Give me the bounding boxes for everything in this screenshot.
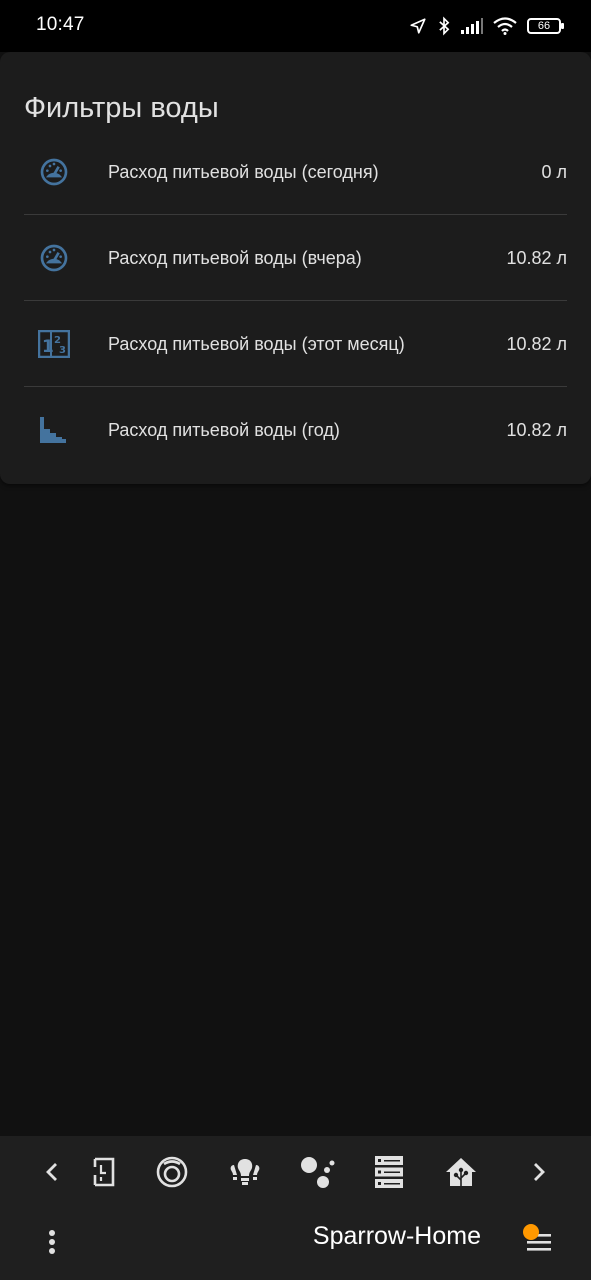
- location-arrow-icon: [409, 17, 427, 35]
- entity-value: 0 л: [541, 161, 567, 182]
- floor-plan-icon[interactable]: [86, 1154, 122, 1190]
- water-filters-card: Фильтры воды Расход питьевой воды (сегод…: [0, 52, 591, 484]
- gauge-icon: [24, 152, 84, 192]
- app-bar: Sparrow-Home: [0, 1208, 591, 1280]
- chart-steps-icon: [24, 410, 84, 450]
- google-assistant-icon[interactable]: [299, 1154, 335, 1190]
- entity-name: Расход питьевой воды (год): [108, 419, 340, 440]
- battery-icon: 66: [527, 18, 564, 34]
- status-time: 10:47: [36, 14, 85, 35]
- robot-vacuum-icon[interactable]: [154, 1154, 190, 1190]
- entity-row-today[interactable]: Расход питьевой воды (сегодня) 0 л: [24, 129, 567, 215]
- entity-value: 10.82 л: [506, 333, 567, 354]
- more-vert-icon[interactable]: [34, 1224, 70, 1260]
- gauge-icon: [24, 238, 84, 278]
- chevron-left-icon[interactable]: [34, 1154, 70, 1190]
- svg-text:3: 3: [59, 345, 66, 356]
- card-title: Фильтры воды: [24, 92, 219, 124]
- entity-row-month[interactable]: 1 2 3 Расход питьевой воды (этот месяц) …: [24, 301, 567, 387]
- entity-row-year[interactable]: Расход питьевой воды (год) 10.82 л: [24, 387, 567, 473]
- entity-row-yesterday[interactable]: Расход питьевой воды (вчера) 10.82 л: [24, 215, 567, 301]
- app-title: Sparrow-Home: [312, 1222, 481, 1250]
- signal-icon: [461, 18, 483, 34]
- bottom-nav: [0, 1136, 591, 1208]
- wifi-icon: [493, 17, 517, 35]
- status-bar: 10:47 66: [0, 0, 591, 52]
- home-assistant-icon[interactable]: [443, 1154, 479, 1190]
- battery-level: 66: [537, 19, 551, 32]
- entity-name: Расход питьевой воды (этот месяц): [108, 333, 405, 354]
- svg-text:1: 1: [42, 337, 54, 357]
- entity-name: Расход питьевой воды (вчера): [108, 247, 362, 268]
- chevron-right-icon[interactable]: [521, 1154, 557, 1190]
- entity-value: 10.82 л: [506, 247, 567, 268]
- counter-icon: 1 2 3: [24, 324, 84, 364]
- bluetooth-icon: [437, 16, 451, 36]
- entity-value: 10.82 л: [506, 419, 567, 440]
- menu-button[interactable]: [519, 1220, 559, 1260]
- entity-name: Расход питьевой воды (сегодня): [108, 161, 379, 182]
- lightbulb-group-icon[interactable]: [227, 1154, 263, 1190]
- server-icon[interactable]: [371, 1154, 407, 1190]
- status-icons: 66: [409, 14, 564, 38]
- notification-dot: [523, 1224, 539, 1240]
